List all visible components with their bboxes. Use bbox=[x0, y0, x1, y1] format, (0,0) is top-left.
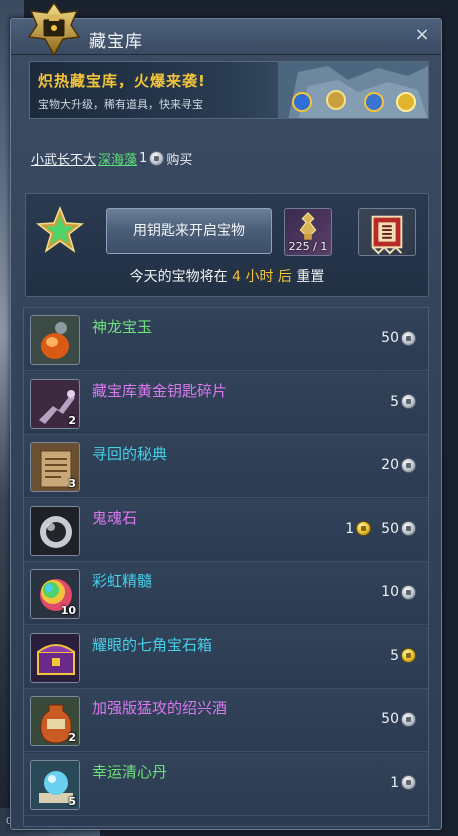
item-name: 幸运清心丹 bbox=[92, 762, 168, 781]
banner-art-icon bbox=[278, 62, 428, 118]
silver-coin-icon bbox=[401, 584, 416, 600]
item-icon-slot[interactable] bbox=[30, 505, 80, 556]
reset-prefix: 今天的宝物将在 bbox=[129, 269, 228, 285]
purchase-action: 购买 bbox=[166, 153, 193, 168]
orange-gem-icon bbox=[31, 316, 79, 364]
item-row[interactable]: 2 加强版猛攻的绍兴酒 50 bbox=[24, 689, 428, 752]
purchased-item-link[interactable]: 深海藻 bbox=[98, 149, 137, 168]
vault-emblem-icon bbox=[27, 1, 81, 57]
silver-coin-icon bbox=[401, 711, 416, 727]
recent-purchase-line: 小武长不大 深海藻 1 购买 bbox=[31, 149, 192, 168]
treasure-chest-icon bbox=[31, 633, 79, 682]
item-icon-slot[interactable] bbox=[30, 315, 80, 365]
item-icon-slot[interactable]: 5 bbox=[30, 759, 80, 810]
silver-price: 20 bbox=[381, 457, 399, 473]
item-name: 神龙宝玉 bbox=[92, 318, 153, 336]
purchase-count: 1 bbox=[139, 151, 148, 166]
banner-scroll-slot[interactable] bbox=[358, 208, 416, 256]
item-price: 10 bbox=[381, 584, 416, 600]
silver-price: 50 bbox=[381, 330, 399, 346]
item-name: 鬼魂石 bbox=[92, 508, 138, 527]
silver-price: 1 bbox=[390, 774, 399, 791]
silver-price: 10 bbox=[381, 584, 399, 600]
item-row[interactable]: 5 幸运清心丹 1 bbox=[24, 752, 428, 816]
silver-coin-icon bbox=[401, 521, 416, 536]
open-with-key-button[interactable]: 用钥匙来开启宝物 bbox=[106, 208, 272, 254]
silver-price: 5 bbox=[390, 393, 399, 410]
item-quantity: 2 bbox=[68, 731, 76, 744]
item-name: 彩虹精髓 bbox=[92, 572, 153, 590]
item-price: 1 50 bbox=[345, 521, 416, 537]
reset-hours: 4 小时 后 bbox=[232, 269, 292, 285]
red-banner-icon bbox=[371, 215, 403, 255]
item-price: 1 bbox=[390, 775, 416, 791]
item-icon-slot[interactable] bbox=[30, 632, 80, 683]
silver-coin-icon bbox=[401, 394, 416, 409]
item-row[interactable]: 10 彩虹精髓 10 bbox=[24, 562, 428, 625]
item-row[interactable]: 鬼魂石 1 50 bbox=[24, 498, 428, 562]
banner-title: 炽热藏宝库，火爆来袭! bbox=[38, 72, 206, 90]
close-button[interactable]: × bbox=[413, 26, 431, 44]
item-row[interactable]: 3 寻回的秘典 20 bbox=[24, 435, 428, 498]
treasure-item-list[interactable]: 神龙宝玉 50 2 藏宝库黄金钥匙碎片 5 3 寻回的秘典 20 鬼魂石 1 50 10 彩虹精髓 10 耀… bbox=[23, 307, 429, 827]
silver-price: 5 bbox=[390, 647, 399, 664]
reset-suffix: 重置 bbox=[296, 269, 325, 285]
item-name: 耀眼的七角宝石箱 bbox=[92, 635, 213, 654]
reset-notice: 今天的宝物将在 4 小时 后 重置 bbox=[26, 266, 428, 286]
item-price: 5 bbox=[390, 648, 416, 664]
item-name: 藏宝库黄金钥匙碎片 bbox=[92, 381, 228, 400]
gold-price: 1 bbox=[345, 520, 355, 537]
item-name: 加强版猛攻的绍兴酒 bbox=[92, 699, 228, 717]
item-price: 5 bbox=[390, 394, 416, 410]
gold-coin-icon bbox=[401, 648, 416, 663]
item-quantity: 2 bbox=[68, 413, 76, 427]
item-quantity: 3 bbox=[68, 477, 76, 490]
item-icon-slot[interactable]: 3 bbox=[30, 442, 80, 492]
item-price: 50 bbox=[381, 330, 416, 346]
banner-subtitle: 宝物大升级，稀有道具，快来寻宝 bbox=[38, 98, 203, 111]
item-icon-slot[interactable]: 2 bbox=[30, 378, 80, 429]
treasure-vault-window: 藏宝库 × 炽热藏宝库，火爆来袭! 宝物大升级，稀有道具，快来寻宝 小武长不大 bbox=[10, 1, 442, 830]
item-row[interactable]: 耀眼的七角宝石箱 5 bbox=[24, 625, 428, 689]
star-rank-icon bbox=[36, 206, 84, 253]
item-quantity: 10 bbox=[60, 604, 76, 617]
silver-coin-icon bbox=[401, 457, 416, 473]
event-banner[interactable]: 炽热藏宝库，火爆来袭! 宝物大升级，稀有道具，快来寻宝 bbox=[29, 61, 429, 119]
item-icon-slot[interactable]: 2 bbox=[30, 696, 80, 746]
item-icon-slot[interactable]: 10 bbox=[30, 569, 80, 619]
silver-price: 50 bbox=[381, 711, 399, 727]
key-panel: 用钥匙来开启宝物 225 / 1 今天的宝物将在 4 小时 后 重置 bbox=[25, 193, 429, 297]
golden-key-slot[interactable]: 225 / 1 bbox=[284, 208, 332, 256]
item-price: 50 bbox=[381, 711, 416, 727]
silver-price: 50 bbox=[381, 520, 399, 537]
item-row[interactable]: 2 藏宝库黄金钥匙碎片 5 bbox=[24, 371, 428, 435]
key-count: 225 / 1 bbox=[288, 240, 328, 253]
silver-coin-icon bbox=[401, 775, 416, 790]
gold-coin-icon bbox=[356, 521, 372, 536]
item-name: 寻回的秘典 bbox=[92, 445, 168, 463]
silver-coin-icon bbox=[401, 330, 416, 346]
item-row[interactable]: 神龙宝玉 50 bbox=[24, 308, 428, 371]
buyer-name-link[interactable]: 小武长不大 bbox=[31, 149, 96, 168]
item-price: 20 bbox=[381, 457, 416, 473]
item-quantity: 5 bbox=[68, 794, 76, 808]
ghost-stone-icon bbox=[31, 506, 79, 555]
silver-coin-icon bbox=[149, 151, 165, 166]
window-title: 藏宝库 bbox=[89, 32, 143, 52]
